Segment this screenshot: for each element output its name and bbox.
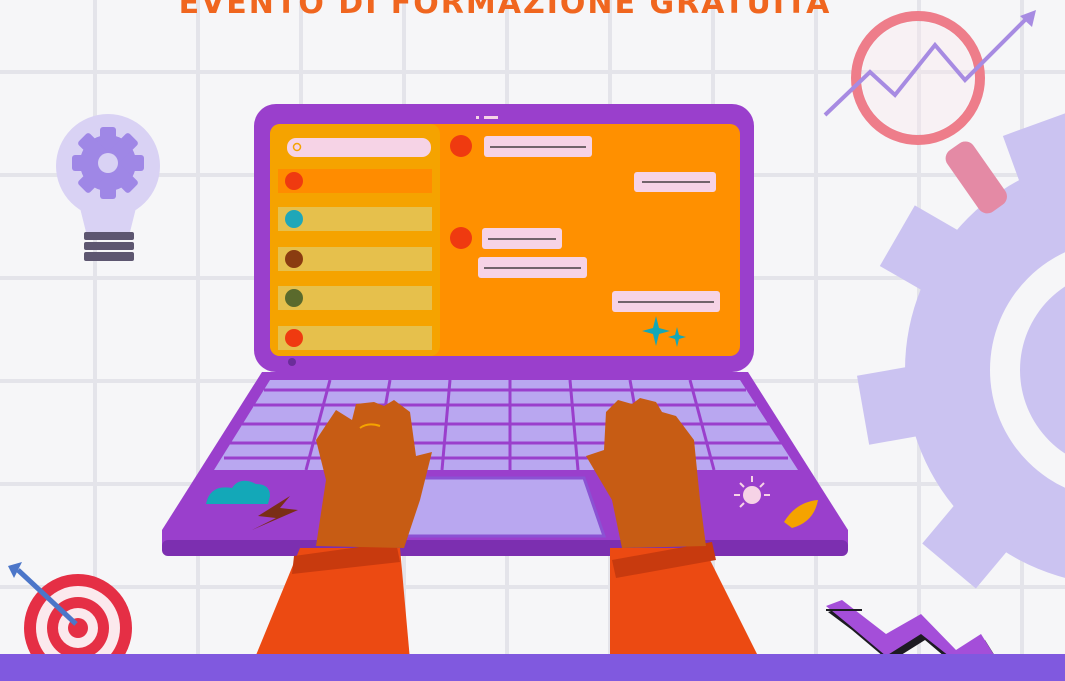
lightbulb-gear-icon [56,114,160,261]
large-gear-icon [857,111,1065,589]
magnifier-growth-icon [823,10,1036,214]
bottom-bar [0,654,1065,681]
illustration [8,10,1065,681]
laptop-icon [162,104,848,556]
